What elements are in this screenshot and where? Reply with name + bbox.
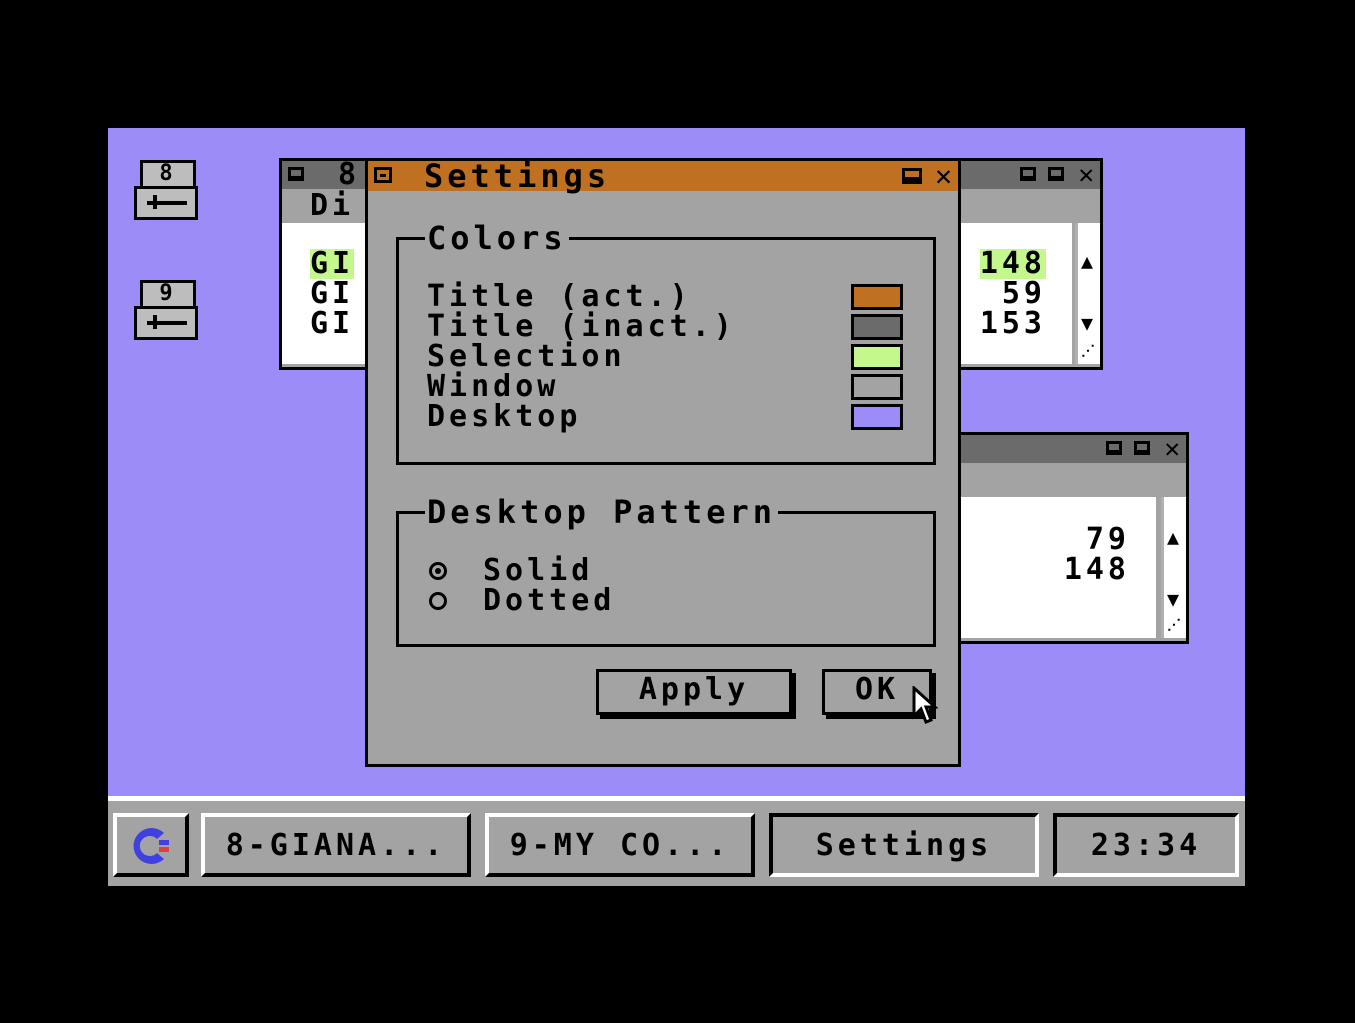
task-settings[interactable]: Settings <box>769 813 1039 877</box>
drive-8-icon[interactable]: 8 <box>134 160 198 222</box>
resize-grip-icon[interactable]: ⋰ <box>1081 341 1095 361</box>
file-size: 153 <box>979 306 1046 341</box>
drive-8-window-title: 8 <box>338 157 361 192</box>
file-list[interactable]: 79 148 <box>956 497 1156 638</box>
close-icon[interactable]: ✕ <box>935 159 952 193</box>
start-button[interactable] <box>113 813 189 877</box>
radio-dotted[interactable] <box>429 592 447 610</box>
window-menu-icon[interactable] <box>374 167 392 183</box>
commodore-logo-icon <box>133 828 169 864</box>
list-item[interactable]: GI <box>310 279 354 309</box>
drive-8-label: 8 <box>159 161 177 186</box>
file-size: 148 <box>1063 552 1130 587</box>
task-drive-8[interactable]: 8-GIANA... <box>201 813 471 877</box>
radio-dotted-label[interactable]: Dotted <box>483 586 615 616</box>
file-size: 79 <box>1085 522 1130 557</box>
list-item[interactable]: GI <box>310 309 354 339</box>
color-label-title-inactive: Title (inact.) <box>427 309 736 344</box>
settings-window[interactable]: Settings ✕ Colors Title (act.) Title (in… <box>365 158 961 767</box>
colors-group: Colors Title (act.) Title (inact.) Selec… <box>396 220 936 465</box>
desktop-pattern-legend: Desktop Pattern <box>425 493 778 531</box>
resize-grip-icon[interactable]: ⋰ <box>1167 615 1181 635</box>
drive-8-window-info: Di <box>310 188 355 223</box>
scroll-down-icon[interactable]: ▼ <box>1167 589 1179 609</box>
color-label-window: Window <box>427 369 560 404</box>
drive-9-window[interactable]: ✕ 79 148 ▲ ▼ ⋰ <box>953 432 1189 644</box>
color-swatch-window[interactable] <box>851 374 903 400</box>
file-size: 59 <box>1001 276 1046 311</box>
scroll-up-icon[interactable]: ▲ <box>1081 251 1093 271</box>
file-size: 148 <box>979 246 1046 281</box>
minimize-icon[interactable] <box>1106 441 1122 455</box>
color-swatch-title-active[interactable] <box>851 284 903 310</box>
clock: 23:34 <box>1053 813 1239 877</box>
scrollbar[interactable]: ▲ ▼ ⋰ <box>1075 223 1100 364</box>
maximize-icon[interactable] <box>1048 167 1064 181</box>
window-menu-icon[interactable] <box>288 167 304 181</box>
list-item[interactable]: GI <box>310 249 355 279</box>
settings-title: Settings <box>424 157 611 195</box>
radio-solid[interactable] <box>429 562 447 580</box>
minimize-icon[interactable] <box>1020 167 1036 181</box>
color-swatch-title-inactive[interactable] <box>851 314 903 340</box>
drive-9-icon[interactable]: 9 <box>134 280 198 342</box>
desktop: 8 9 8 ✕ Di GI GI GI 148 59 153 ▲ ▼ ⋰ ✕ 7… <box>108 128 1245 886</box>
scrollbar[interactable]: ▲ ▼ ⋰ <box>1161 497 1186 638</box>
color-label-selection: Selection <box>427 339 626 374</box>
color-swatch-selection[interactable] <box>851 344 903 370</box>
drive-9-label: 9 <box>159 281 177 306</box>
radio-solid-label[interactable]: Solid <box>483 556 593 586</box>
desktop-pattern-group: Desktop Pattern Solid Dotted <box>396 494 936 647</box>
close-icon[interactable]: ✕ <box>1164 435 1180 463</box>
drive-9-window-titlebar[interactable]: ✕ <box>956 435 1186 463</box>
close-icon[interactable]: ✕ <box>1078 161 1094 189</box>
apply-button[interactable]: Apply <box>596 669 792 715</box>
maximize-icon[interactable] <box>1134 441 1150 455</box>
colors-legend: Colors <box>425 219 569 257</box>
color-label-title-active: Title (act.) <box>427 279 692 314</box>
taskbar: 8-GIANA... 9-MY CO... Settings 23:34 <box>108 796 1245 886</box>
mouse-pointer-icon <box>912 686 938 724</box>
color-label-desktop: Desktop <box>427 399 582 434</box>
color-swatch-desktop[interactable] <box>851 404 903 430</box>
scroll-up-icon[interactable]: ▲ <box>1167 527 1179 547</box>
scroll-down-icon[interactable]: ▼ <box>1081 313 1093 333</box>
settings-titlebar[interactable]: Settings ✕ <box>368 157 958 195</box>
task-drive-9[interactable]: 9-MY CO... <box>485 813 755 877</box>
maximize-icon[interactable] <box>902 168 922 184</box>
